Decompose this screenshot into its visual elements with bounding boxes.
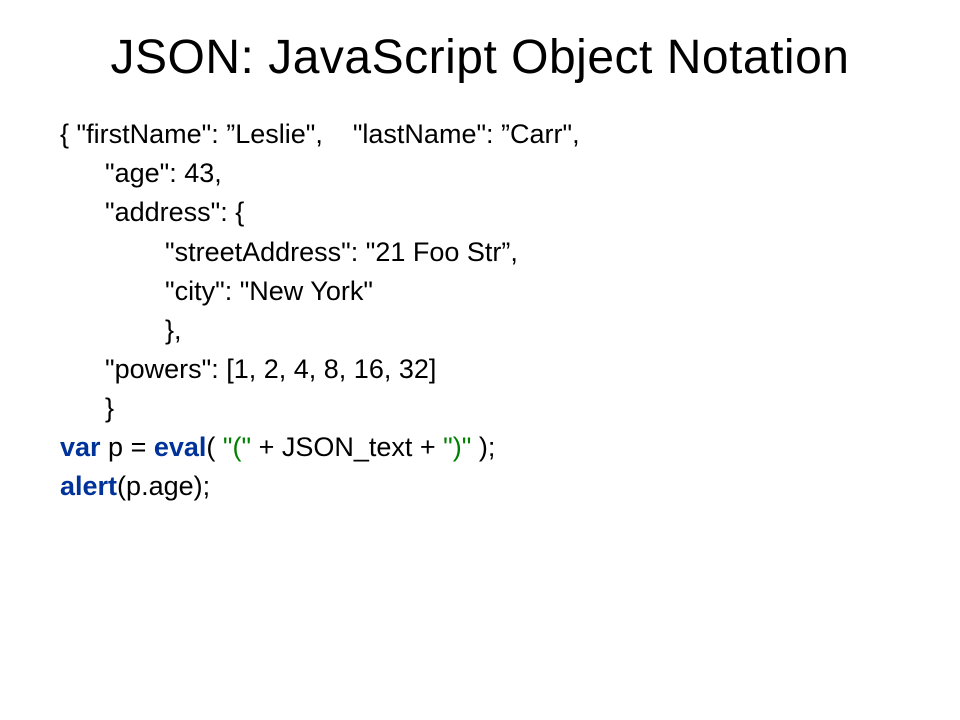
json-line-2: "address": { bbox=[60, 197, 244, 227]
alert-arg: p.age bbox=[126, 471, 194, 501]
json-line-6: "powers": [1, 2, 4, 8, 16, 32] bbox=[60, 354, 436, 384]
keyword-var: var bbox=[60, 432, 101, 462]
slide-title: JSON: JavaScript Object Notation bbox=[60, 30, 900, 85]
keyword-eval: eval bbox=[154, 432, 207, 462]
json-line-1: "age": 43, bbox=[60, 158, 222, 188]
alert-paren-open: ( bbox=[117, 471, 126, 501]
keyword-alert: alert bbox=[60, 471, 117, 501]
json-line-7: } bbox=[60, 393, 114, 423]
json-line-4: "city": "New York" bbox=[60, 276, 373, 306]
var-p-equals: p = bbox=[101, 432, 154, 462]
eval-string-1: "(" bbox=[215, 432, 258, 462]
code-block: { "firstName": ”Leslie", "lastName": ”Ca… bbox=[60, 115, 900, 506]
json-line-3: "streetAddress": "21 Foo Str”, bbox=[60, 237, 518, 267]
slide: JSON: JavaScript Object Notation { "firs… bbox=[0, 0, 960, 720]
eval-paren-close: ); bbox=[479, 432, 496, 462]
alert-paren-close: ); bbox=[194, 471, 211, 501]
json-line-5: }, bbox=[60, 315, 182, 345]
eval-string-2: ")" bbox=[443, 432, 479, 462]
json-line-0: { "firstName": ”Leslie", "lastName": ”Ca… bbox=[60, 119, 580, 149]
eval-plus: + JSON_text + bbox=[259, 432, 444, 462]
